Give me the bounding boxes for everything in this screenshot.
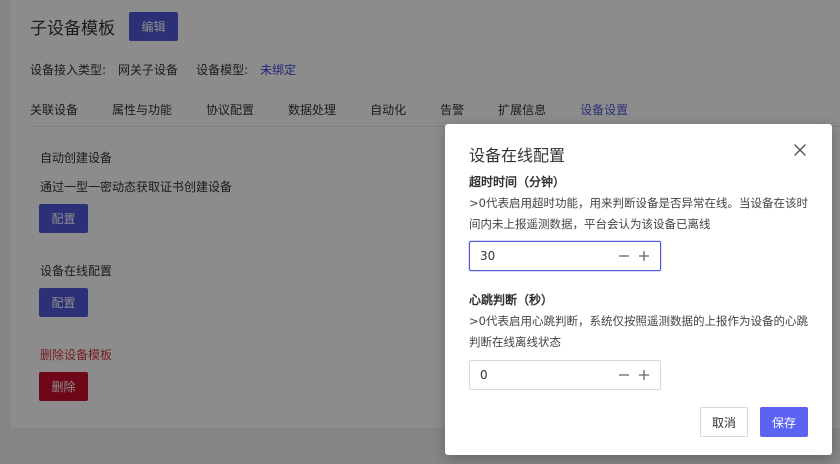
timeout-label: 超时时间（分钟）: [469, 175, 566, 189]
timeout-stepper: [469, 241, 661, 271]
timeout-help: >0代表启用超时功能，用来判断设备是否异常在线。当设备在该时间内未上报遥测数据，…: [469, 196, 808, 231]
heartbeat-help: >0代表启用心跳判断，系统仅按照遥测数据的上报作为设备的心跳判断在线离线状态: [469, 314, 808, 349]
modal-footer: 取消 保存: [700, 407, 808, 437]
heartbeat-input[interactable]: [470, 361, 614, 389]
save-button[interactable]: 保存: [760, 407, 808, 437]
cancel-button[interactable]: 取消: [700, 407, 748, 437]
timeout-plus-icon[interactable]: [634, 246, 654, 266]
modal-title: 设备在线配置: [469, 146, 566, 165]
close-icon[interactable]: [792, 142, 808, 158]
online-config-modal: 设备在线配置 超时时间（分钟） >0代表启用超时功能，用来判断设备是否异常在线。…: [445, 124, 832, 455]
timeout-input[interactable]: [470, 242, 614, 270]
timeout-minus-icon[interactable]: [614, 246, 634, 266]
heartbeat-label: 心跳判断（秒）: [469, 293, 554, 307]
heartbeat-stepper: [469, 360, 661, 390]
heartbeat-minus-icon[interactable]: [614, 365, 634, 385]
heartbeat-plus-icon[interactable]: [634, 365, 654, 385]
